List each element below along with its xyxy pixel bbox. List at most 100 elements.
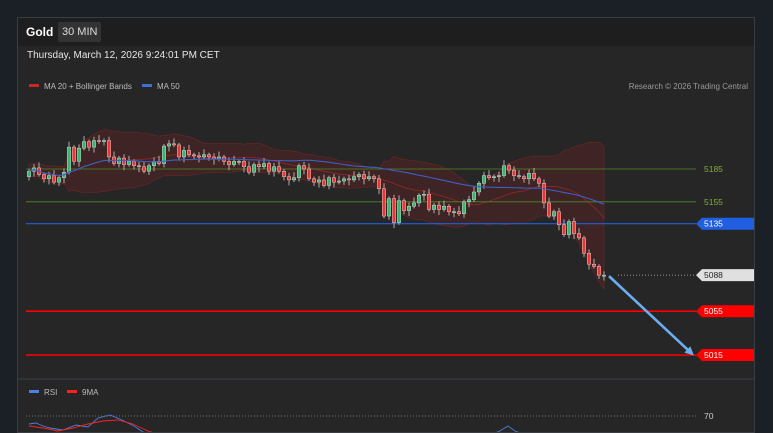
legend-label-0: MA 20 + Bollinger Bands (44, 82, 132, 91)
candle-49 (272, 166, 276, 172)
candle-14 (97, 140, 101, 142)
candle-44 (247, 166, 251, 173)
candle-91 (482, 175, 486, 184)
candle-109 (572, 221, 576, 234)
candle-28 (167, 143, 171, 147)
candle-47 (262, 163, 266, 168)
candle-13 (92, 140, 96, 148)
candle-11 (82, 141, 86, 149)
candle-72 (387, 198, 391, 217)
level-label-5135: 5135 (704, 219, 723, 229)
candle-77 (412, 202, 416, 207)
candle-54 (297, 165, 301, 178)
rsi-line-late (495, 425, 519, 432)
rsi-legend-label-1: 9MA (82, 388, 99, 397)
candle-115 (602, 274, 606, 277)
candle-51 (282, 170, 286, 177)
level-label-5088: 5088 (704, 270, 723, 280)
candle-40 (227, 161, 231, 165)
candle-42 (237, 161, 241, 163)
candle-80 (427, 193, 431, 210)
candle-6 (57, 177, 61, 183)
candle-55 (302, 165, 306, 170)
candle-48 (267, 163, 271, 172)
candle-84 (447, 205, 451, 212)
candle-16 (107, 140, 111, 158)
chart-canvas: MA 20 + Bollinger Bands MA 50 Research © 2… (18, 82, 754, 432)
candle-95 (502, 165, 506, 176)
candle-74 (397, 200, 401, 223)
candle-35 (202, 154, 206, 158)
candle-53 (292, 177, 296, 181)
bollinger-band (28, 129, 605, 291)
candle-20 (127, 161, 131, 165)
forecast-arrow (608, 275, 692, 354)
candle-89 (472, 191, 476, 200)
candle-75 (402, 200, 406, 211)
candle-57 (312, 178, 316, 183)
candle-24 (147, 165, 151, 172)
candle-88 (467, 199, 471, 203)
candle-56 (307, 168, 311, 180)
copyright-label: Research © 2026 Trading Central (629, 82, 749, 91)
candle-63 (342, 178, 346, 182)
candle-82 (437, 204, 441, 210)
candle-46 (257, 164, 261, 168)
candle-5 (52, 175, 56, 183)
level-label-5015: 5015 (704, 350, 723, 360)
candle-76 (407, 205, 411, 211)
candle-112 (587, 253, 591, 265)
candle-79 (422, 193, 426, 196)
candle-21 (132, 161, 136, 166)
candle-41 (232, 161, 236, 165)
candle-50 (277, 166, 281, 172)
candle-30 (177, 144, 181, 158)
candle-99 (522, 176, 526, 180)
candle-90 (477, 183, 481, 193)
candle-31 (182, 150, 186, 158)
candle-10 (77, 148, 81, 162)
rsi-legend-swatch-0 (29, 390, 39, 393)
candle-78 (417, 195, 421, 204)
candle-61 (332, 177, 336, 183)
candle-68 (367, 176, 371, 180)
candle-62 (337, 180, 341, 183)
candle-15 (102, 140, 106, 142)
candle-70 (377, 178, 381, 189)
rsi-legend-swatch-1 (67, 390, 77, 393)
candle-66 (357, 174, 361, 177)
candle-69 (372, 176, 376, 180)
candle-108 (567, 221, 571, 235)
candle-111 (582, 237, 586, 254)
candle-52 (287, 176, 291, 181)
candle-32 (187, 150, 191, 155)
candle-104 (547, 202, 551, 217)
candle-101 (532, 173, 536, 180)
candle-113 (592, 263, 596, 267)
chart-widget: Gold 30 MIN Thursday, March 12, 2026 9:2… (17, 17, 755, 433)
candle-43 (242, 161, 246, 168)
legend-swatch-1 (142, 84, 152, 87)
level-label-5155: 5155 (704, 197, 723, 207)
candle-23 (142, 166, 146, 172)
candle-67 (362, 174, 366, 180)
candle-106 (557, 211, 561, 226)
candle-60 (327, 177, 331, 186)
candle-59 (322, 179, 326, 186)
candle-36 (207, 154, 211, 158)
level-label-5055: 5055 (704, 306, 723, 316)
candle-87 (462, 201, 466, 215)
rsi-line (28, 414, 144, 432)
candle-0 (27, 170, 31, 177)
candle-92 (487, 175, 491, 178)
candle-29 (172, 143, 176, 146)
candle-34 (197, 155, 201, 158)
candle-12 (87, 141, 91, 148)
rsi-legend-label-0: RSI (44, 388, 57, 397)
rsi-level-70-label: 70 (704, 411, 714, 421)
candle-83 (442, 205, 446, 210)
candle-102 (537, 178, 541, 184)
legend-label-1: MA 50 (157, 82, 180, 91)
legend-swatch-0 (29, 84, 39, 87)
candle-71 (382, 188, 386, 217)
